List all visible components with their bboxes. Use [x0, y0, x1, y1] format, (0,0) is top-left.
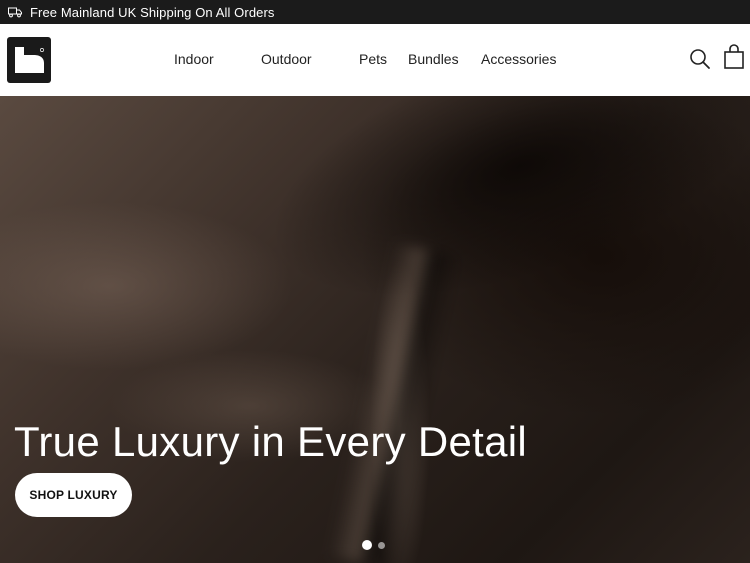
- main-nav: Indoor Outdoor Pets Bundles Accessories: [0, 24, 750, 96]
- slider-dot-1[interactable]: [362, 540, 372, 550]
- shop-luxury-button[interactable]: SHOP LUXURY: [15, 473, 132, 517]
- site-header: Indoor Outdoor Pets Bundles Accessories: [0, 24, 750, 96]
- slider-dot-2[interactable]: [378, 541, 385, 549]
- hero-banner: True Luxury in Every Detail SHOP LUXURY: [0, 96, 750, 563]
- announcement-bar: Free Mainland UK Shipping On All Orders: [0, 0, 750, 24]
- hero-title: True Luxury in Every Detail: [14, 418, 528, 466]
- hero-image-shadow: [238, 96, 750, 351]
- nav-item-indoor[interactable]: Indoor: [174, 51, 214, 67]
- search-icon[interactable]: [689, 48, 711, 70]
- nav-item-pets[interactable]: Pets: [359, 51, 387, 67]
- nav-item-accessories[interactable]: Accessories: [481, 51, 556, 67]
- nav-item-bundles[interactable]: Bundles: [408, 51, 459, 67]
- slider-dots: [362, 540, 385, 550]
- announcement-text: Free Mainland UK Shipping On All Orders: [30, 4, 275, 20]
- truck-icon: [8, 7, 22, 18]
- nav-item-outdoor[interactable]: Outdoor: [261, 51, 312, 67]
- shopping-bag-icon[interactable]: [723, 44, 745, 70]
